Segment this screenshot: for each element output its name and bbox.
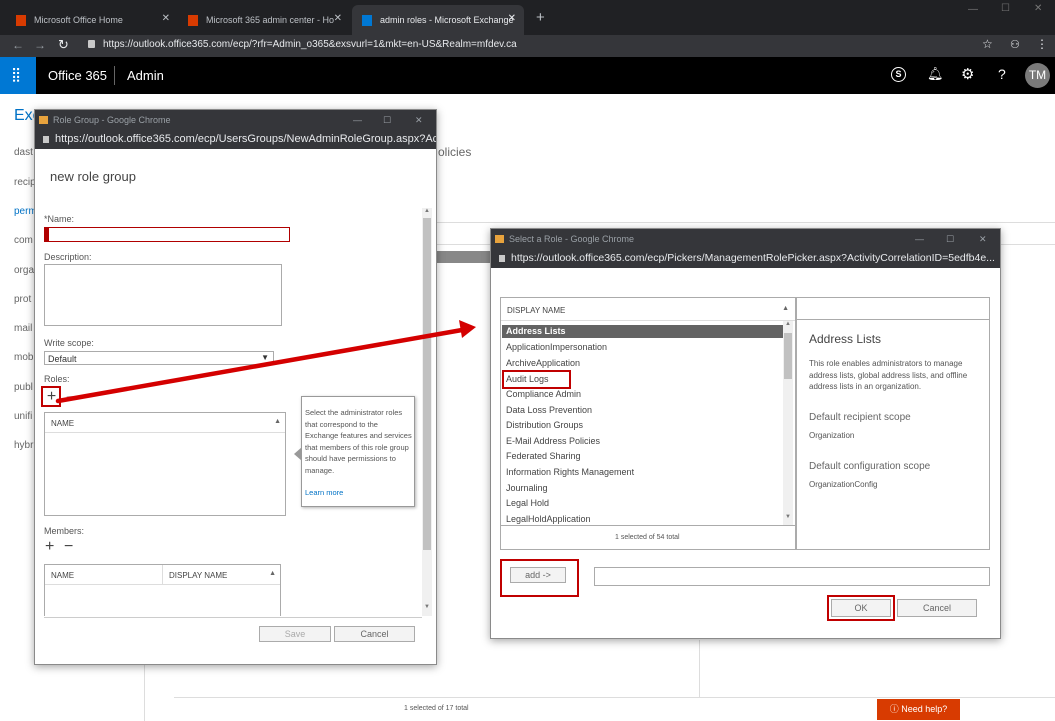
- arrow-line: [55, 327, 465, 404]
- arrow-head: [459, 320, 476, 338]
- annotation-arrow: [55, 320, 476, 404]
